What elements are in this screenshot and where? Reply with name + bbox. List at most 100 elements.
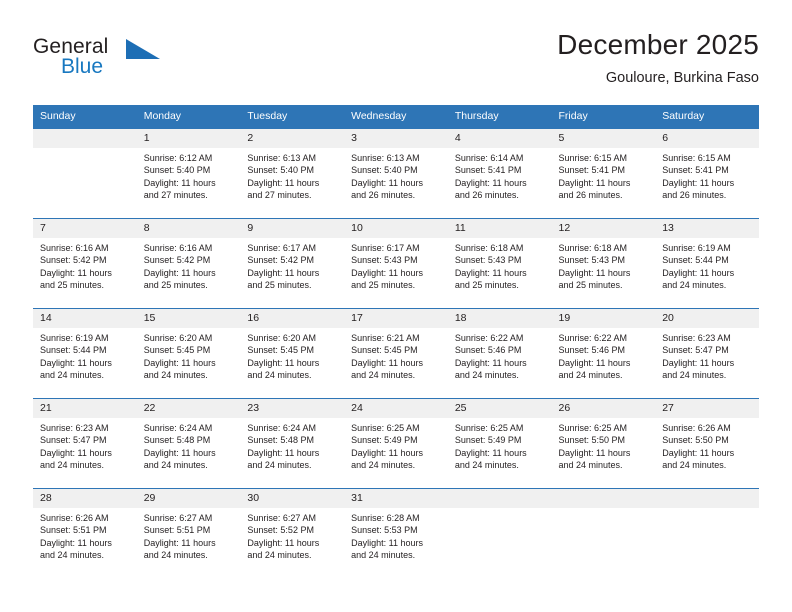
daylight-text-line1: Daylight: 11 hours <box>143 267 216 278</box>
sunrise-text: Sunrise: 6:23 AM <box>662 333 731 343</box>
sunrise-text: Sunrise: 6:17 AM <box>247 243 316 253</box>
calendar-day-cell[interactable]: 3 Sunrise: 6:13 AM Sunset: 5:40 PM Dayli… <box>344 128 448 219</box>
daylight-text-line2: and 24 minutes. <box>247 460 312 471</box>
calendar-day-cell[interactable]: 15 Sunrise: 6:20 AM Sunset: 5:45 PM Dayl… <box>136 308 241 399</box>
day-details: Sunrise: 6:18 AM Sunset: 5:43 PM Dayligh… <box>448 238 552 292</box>
day-number: 4 <box>447 129 552 148</box>
sunset-text: Sunset: 5:40 PM <box>351 165 418 176</box>
page-title: December 2025 <box>557 29 759 60</box>
day-details: Sunrise: 6:18 AM Sunset: 5:43 PM Dayligh… <box>552 238 656 292</box>
weekday-header-wednesday: Wednesday <box>344 105 448 129</box>
sunrise-text: Sunrise: 6:16 AM <box>40 243 109 253</box>
day-number: 8 <box>136 219 241 238</box>
day-details: Sunrise: 6:20 AM Sunset: 5:45 PM Dayligh… <box>240 328 344 382</box>
daylight-text-line1: Daylight: 11 hours <box>247 267 320 278</box>
calendar-day-cell[interactable]: 1 Sunrise: 6:12 AM Sunset: 5:40 PM Dayli… <box>136 128 241 219</box>
day-number: 6 <box>655 129 759 148</box>
day-number: 2 <box>240 129 345 148</box>
day-number: 19 <box>551 309 656 328</box>
calendar-day-cell[interactable]: 9 Sunrise: 6:17 AM Sunset: 5:42 PM Dayli… <box>240 218 345 309</box>
daylight-text-line2: and 25 minutes. <box>247 280 312 291</box>
calendar-day-cell[interactable]: 27 Sunrise: 6:26 AM Sunset: 5:50 PM Dayl… <box>655 398 759 489</box>
calendar-day-cell[interactable]: 10 Sunrise: 6:17 AM Sunset: 5:43 PM Dayl… <box>344 218 448 309</box>
calendar-day-cell[interactable]: 13 Sunrise: 6:19 AM Sunset: 5:44 PM Dayl… <box>655 218 759 309</box>
day-details: Sunrise: 6:27 AM Sunset: 5:51 PM Dayligh… <box>137 508 241 562</box>
calendar-day-cell[interactable]: 16 Sunrise: 6:20 AM Sunset: 5:45 PM Dayl… <box>240 308 345 399</box>
calendar-day-cell[interactable]: 17 Sunrise: 6:21 AM Sunset: 5:45 PM Dayl… <box>344 308 448 399</box>
daylight-text-line1: Daylight: 11 hours <box>558 447 631 458</box>
daylight-text-line2: and 27 minutes. <box>143 190 208 201</box>
sunset-text: Sunset: 5:49 PM <box>351 435 418 446</box>
calendar-day-cell[interactable]: 26 Sunrise: 6:25 AM Sunset: 5:50 PM Dayl… <box>551 398 656 489</box>
day-details: Sunrise: 6:17 AM Sunset: 5:43 PM Dayligh… <box>344 238 448 292</box>
daylight-text-line2: and 24 minutes. <box>247 550 312 561</box>
calendar-day-cell[interactable]: 8 Sunrise: 6:16 AM Sunset: 5:42 PM Dayli… <box>136 218 241 309</box>
sunset-text: Sunset: 5:51 PM <box>40 525 107 536</box>
sunrise-text: Sunrise: 6:27 AM <box>247 513 316 523</box>
logo-triangle-icon <box>126 39 160 59</box>
calendar-day-cell[interactable]: 2 Sunrise: 6:13 AM Sunset: 5:40 PM Dayli… <box>240 128 345 219</box>
daylight-text-line1: Daylight: 11 hours <box>247 537 320 548</box>
calendar-day-cell[interactable]: 4 Sunrise: 6:14 AM Sunset: 5:41 PM Dayli… <box>447 128 552 219</box>
calendar-day-cell[interactable]: 22 Sunrise: 6:24 AM Sunset: 5:48 PM Dayl… <box>136 398 241 489</box>
calendar-day-cell <box>655 488 759 578</box>
sunrise-text: Sunrise: 6:21 AM <box>351 333 420 343</box>
daylight-text-line2: and 25 minutes. <box>40 280 105 291</box>
daylight-text-line2: and 26 minutes. <box>454 190 519 201</box>
day-number: 30 <box>240 489 345 508</box>
calendar-day-cell[interactable]: 14 Sunrise: 6:19 AM Sunset: 5:44 PM Dayl… <box>33 308 137 399</box>
general-blue-logo[interactable]: General Blue <box>33 36 213 88</box>
calendar-week-row: 14 Sunrise: 6:19 AM Sunset: 5:44 PM Dayl… <box>33 308 759 399</box>
daylight-text-line2: and 26 minutes. <box>662 190 727 201</box>
calendar-day-cell[interactable]: 30 Sunrise: 6:27 AM Sunset: 5:52 PM Dayl… <box>240 488 345 578</box>
weekday-header-saturday: Saturday <box>655 105 759 129</box>
day-details: Sunrise: 6:13 AM Sunset: 5:40 PM Dayligh… <box>240 148 344 202</box>
day-details: Sunrise: 6:19 AM Sunset: 5:44 PM Dayligh… <box>33 328 137 382</box>
calendar-day-cell[interactable]: 21 Sunrise: 6:23 AM Sunset: 5:47 PM Dayl… <box>33 398 137 489</box>
daylight-text-line2: and 26 minutes. <box>351 190 416 201</box>
sunrise-text: Sunrise: 6:26 AM <box>40 513 109 523</box>
day-number: 27 <box>655 399 759 418</box>
day-number: 3 <box>344 129 448 148</box>
day-number: 9 <box>240 219 345 238</box>
calendar-day-cell[interactable]: 25 Sunrise: 6:25 AM Sunset: 5:49 PM Dayl… <box>447 398 552 489</box>
calendar-day-cell[interactable]: 7 Sunrise: 6:16 AM Sunset: 5:42 PM Dayli… <box>33 218 137 309</box>
daylight-text-line2: and 24 minutes. <box>40 550 105 561</box>
calendar-day-cell[interactable]: 20 Sunrise: 6:23 AM Sunset: 5:47 PM Dayl… <box>655 308 759 399</box>
sunrise-text: Sunrise: 6:20 AM <box>143 333 213 343</box>
daylight-text-line1: Daylight: 11 hours <box>40 447 112 458</box>
calendar-day-cell[interactable]: 18 Sunrise: 6:22 AM Sunset: 5:46 PM Dayl… <box>447 308 552 399</box>
daylight-text-line1: Daylight: 11 hours <box>662 267 735 278</box>
sunrise-text: Sunrise: 6:12 AM <box>143 153 213 163</box>
calendar-day-cell[interactable]: 5 Sunrise: 6:15 AM Sunset: 5:41 PM Dayli… <box>551 128 656 219</box>
calendar-day-cell[interactable]: 6 Sunrise: 6:15 AM Sunset: 5:41 PM Dayli… <box>655 128 759 219</box>
calendar-day-cell[interactable]: 12 Sunrise: 6:18 AM Sunset: 5:43 PM Dayl… <box>551 218 656 309</box>
sunrise-text: Sunrise: 6:15 AM <box>662 153 731 163</box>
calendar-day-cell[interactable]: 19 Sunrise: 6:22 AM Sunset: 5:46 PM Dayl… <box>551 308 656 399</box>
calendar-day-cell[interactable]: 29 Sunrise: 6:27 AM Sunset: 5:51 PM Dayl… <box>136 488 241 578</box>
calendar-day-cell[interactable]: 23 Sunrise: 6:24 AM Sunset: 5:48 PM Dayl… <box>240 398 345 489</box>
weekday-header-row: Sunday Monday Tuesday Wednesday Thursday… <box>33 105 759 129</box>
daylight-text-line2: and 24 minutes. <box>143 550 208 561</box>
sunset-text: Sunset: 5:40 PM <box>143 165 211 176</box>
calendar-page: General Blue December 2025 Gouloure, Bur… <box>0 0 792 612</box>
day-details: Sunrise: 6:19 AM Sunset: 5:44 PM Dayligh… <box>655 238 759 292</box>
title-block: December 2025 Gouloure, Burkina Faso <box>557 28 759 88</box>
sunset-text: Sunset: 5:52 PM <box>247 525 314 536</box>
daylight-text-line1: Daylight: 11 hours <box>247 447 320 458</box>
calendar-day-cell[interactable]: 24 Sunrise: 6:25 AM Sunset: 5:49 PM Dayl… <box>344 398 448 489</box>
day-number: 18 <box>447 309 552 328</box>
daylight-text-line2: and 25 minutes. <box>143 280 208 291</box>
calendar-day-cell[interactable]: 11 Sunrise: 6:18 AM Sunset: 5:43 PM Dayl… <box>447 218 552 309</box>
day-details: Sunrise: 6:23 AM Sunset: 5:47 PM Dayligh… <box>655 328 759 382</box>
daylight-text-line1: Daylight: 11 hours <box>662 447 735 458</box>
day-details: Sunrise: 6:25 AM Sunset: 5:49 PM Dayligh… <box>448 418 552 472</box>
daylight-text-line2: and 24 minutes. <box>662 280 727 291</box>
sunrise-text: Sunrise: 6:27 AM <box>143 513 213 523</box>
calendar-day-cell[interactable]: 31 Sunrise: 6:28 AM Sunset: 5:53 PM Dayl… <box>344 488 448 578</box>
daylight-text-line1: Daylight: 11 hours <box>40 537 112 548</box>
sunrise-text: Sunrise: 6:23 AM <box>40 423 109 433</box>
day-number <box>551 489 656 508</box>
calendar-day-cell[interactable]: 28 Sunrise: 6:26 AM Sunset: 5:51 PM Dayl… <box>33 488 137 578</box>
day-number: 22 <box>136 399 241 418</box>
